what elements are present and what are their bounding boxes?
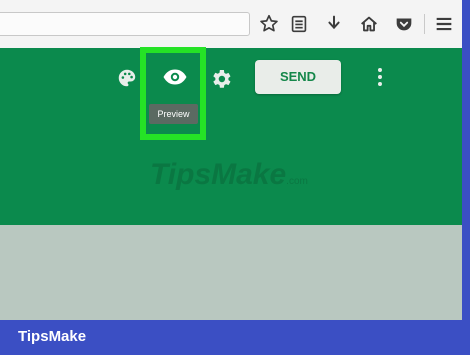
hamburger-menu-icon[interactable] (433, 13, 455, 35)
more-vert-icon[interactable] (370, 66, 390, 88)
preview-tooltip: Preview (149, 104, 198, 124)
watermark-text: TipsMake (150, 158, 287, 191)
reader-list-icon[interactable] (288, 13, 310, 35)
preview-highlight-box (140, 47, 206, 140)
home-icon[interactable] (358, 13, 380, 35)
star-icon[interactable] (258, 13, 280, 35)
browser-toolbar (0, 0, 462, 49)
watermark-logo: TipsMake.com (150, 158, 330, 198)
eye-icon[interactable] (162, 67, 188, 87)
screenshot-frame: Preview SEND TipsMake.com (0, 0, 462, 320)
toolbar-separator (424, 14, 425, 34)
send-button[interactable]: SEND (255, 60, 341, 94)
pocket-icon[interactable] (393, 13, 415, 35)
download-icon[interactable] (323, 13, 345, 35)
footer-brand: TipsMake (18, 328, 87, 345)
gear-icon[interactable] (209, 67, 233, 91)
palette-icon[interactable] (116, 67, 138, 89)
watermark-suffix: .com (286, 176, 308, 187)
url-field[interactable] (0, 12, 250, 36)
